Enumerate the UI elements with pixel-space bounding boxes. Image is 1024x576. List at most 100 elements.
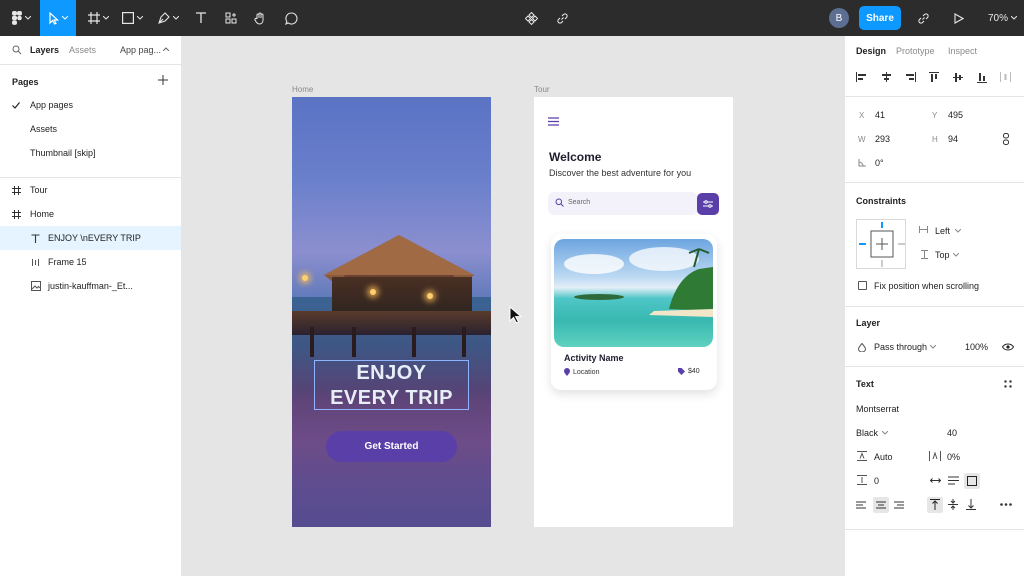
tab-design[interactable]: Design xyxy=(856,46,886,56)
constrain-proportions-icon[interactable] xyxy=(1003,133,1009,145)
pen-tool-button[interactable] xyxy=(154,0,182,36)
text-align-right-icon[interactable] xyxy=(894,501,904,509)
y-label: Y xyxy=(932,111,938,120)
font-size-field[interactable]: 40 xyxy=(947,428,957,438)
filter-button[interactable] xyxy=(697,193,719,215)
font-family-dropdown[interactable]: Montserrat xyxy=(856,404,899,414)
text-align-bottom-icon[interactable] xyxy=(966,499,976,510)
page-item-thumbnail[interactable]: Thumbnail [skip] xyxy=(0,141,181,165)
chevron-up-icon[interactable] xyxy=(163,47,169,51)
tab-layers[interactable]: Layers xyxy=(30,45,59,55)
activity-card[interactable]: Activity Name Location $40 xyxy=(551,234,717,390)
home-frame[interactable]: ENJOY EVERY TRIP Get Started xyxy=(292,97,491,527)
fix-position-checkbox[interactable] xyxy=(858,281,867,290)
pen-icon xyxy=(157,12,170,24)
add-page-icon[interactable] xyxy=(158,75,168,85)
hand-tool-button[interactable] xyxy=(249,0,271,36)
page-label: Assets xyxy=(30,124,58,134)
fixed-size-icon[interactable] xyxy=(967,476,977,486)
get-started-button[interactable]: Get Started xyxy=(326,431,457,462)
align-middle-v-icon[interactable] xyxy=(953,72,963,83)
paragraph-spacing-icon xyxy=(857,475,867,485)
horizontal-constraint-dropdown[interactable]: Left xyxy=(935,226,950,236)
user-avatar[interactable]: B xyxy=(829,8,849,28)
height-field[interactable]: 94 xyxy=(948,134,958,144)
chevron-down-icon xyxy=(102,16,109,20)
text-align-center-icon[interactable] xyxy=(876,501,886,509)
opacity-field[interactable]: 100% xyxy=(965,342,988,352)
page-item-assets[interactable]: Assets xyxy=(0,117,181,141)
constraints-widget[interactable] xyxy=(856,219,906,269)
letter-spacing-field[interactable]: 0% xyxy=(947,452,960,462)
checkmark-icon xyxy=(12,101,20,109)
activity-title: Activity Name xyxy=(564,353,624,363)
vertical-constraint-dropdown[interactable]: Top xyxy=(935,250,950,260)
move-tool-button[interactable] xyxy=(40,0,76,36)
align-bottom-icon[interactable] xyxy=(977,72,987,83)
shape-tool-button[interactable] xyxy=(118,0,146,36)
resources-button[interactable] xyxy=(220,0,242,36)
design-canvas[interactable]: Home Tour ENJOY EVERY TRIP Get Started W… xyxy=(182,36,844,576)
text-styles-grid-icon[interactable] xyxy=(1004,380,1012,388)
text-t-icon xyxy=(196,12,206,23)
font-weight-dropdown[interactable]: Black xyxy=(856,428,878,438)
location-text: Location xyxy=(573,368,600,376)
search-input[interactable]: Search xyxy=(548,192,698,215)
paragraph-spacing-field[interactable]: 0 xyxy=(874,476,879,486)
eye-icon[interactable] xyxy=(1002,343,1014,351)
text-align-left-icon[interactable] xyxy=(856,501,866,509)
text-align-top-icon[interactable] xyxy=(930,499,940,510)
h-label: H xyxy=(932,135,938,144)
width-field[interactable]: 293 xyxy=(875,134,890,144)
page-switcher[interactable]: App pag... xyxy=(120,45,161,55)
share-button[interactable]: Share xyxy=(859,6,901,30)
price-text: $40 xyxy=(688,368,700,375)
y-field[interactable]: 495 xyxy=(948,110,963,120)
layer-item-home[interactable]: Home xyxy=(0,202,181,226)
chevron-down-icon xyxy=(955,229,961,233)
line-height-field[interactable]: Auto xyxy=(874,452,893,462)
layer-item-image[interactable]: justin-kauffman-_Et... xyxy=(0,274,181,298)
more-options-icon[interactable] xyxy=(1000,503,1012,506)
hamburger-menu-icon[interactable] xyxy=(548,117,559,129)
distribute-icon[interactable] xyxy=(1000,72,1011,82)
tab-prototype[interactable]: Prototype xyxy=(896,46,935,56)
align-left-icon[interactable] xyxy=(856,72,867,82)
layer-item-enjoy-text[interactable]: ENJOY \nEVERY TRIP xyxy=(0,226,181,250)
auto-width-icon[interactable] xyxy=(930,477,941,484)
align-center-h-icon[interactable] xyxy=(881,72,892,82)
layer-item-tour[interactable]: Tour xyxy=(0,178,181,202)
blend-mode-dropdown[interactable]: Pass through xyxy=(874,342,927,352)
tab-assets[interactable]: Assets xyxy=(69,45,96,55)
vertical-constraint-icon xyxy=(921,250,928,259)
link-button[interactable] xyxy=(551,0,573,36)
component-button[interactable] xyxy=(520,0,542,36)
rectangle-icon xyxy=(121,12,134,24)
chevron-down-icon xyxy=(61,16,68,20)
text-align-middle-icon[interactable] xyxy=(948,499,958,510)
frame-label-home[interactable]: Home xyxy=(292,85,313,94)
figma-logo-icon xyxy=(11,11,22,25)
auto-height-icon[interactable] xyxy=(948,476,959,485)
copy-link-button[interactable] xyxy=(912,0,934,36)
mouse-cursor-icon xyxy=(509,306,523,324)
layer-title: Layer xyxy=(856,318,881,328)
present-button[interactable] xyxy=(948,0,970,36)
comment-tool-button[interactable] xyxy=(280,0,302,36)
align-right-icon[interactable] xyxy=(905,72,916,82)
main-menu-button[interactable] xyxy=(6,0,36,36)
align-top-icon[interactable] xyxy=(929,72,939,83)
zoom-dropdown[interactable]: 70% xyxy=(988,0,1018,36)
rotation-field[interactable]: 0° xyxy=(875,158,884,168)
hero-heading[interactable]: ENJOY EVERY TRIP xyxy=(314,360,469,410)
x-field[interactable]: 41 xyxy=(875,110,885,120)
layer-item-frame-15[interactable]: Frame 15 xyxy=(0,250,181,274)
search-icon[interactable] xyxy=(12,45,22,55)
tab-inspect[interactable]: Inspect xyxy=(948,46,977,56)
frame-label-tour[interactable]: Tour xyxy=(534,85,550,94)
frame-tool-button[interactable] xyxy=(84,0,112,36)
text-tool-button[interactable] xyxy=(190,0,212,36)
x-label: X xyxy=(859,111,865,120)
tour-frame[interactable]: Welcome Discover the best adventure for … xyxy=(534,97,733,527)
page-item-app-pages[interactable]: App pages xyxy=(0,93,181,117)
